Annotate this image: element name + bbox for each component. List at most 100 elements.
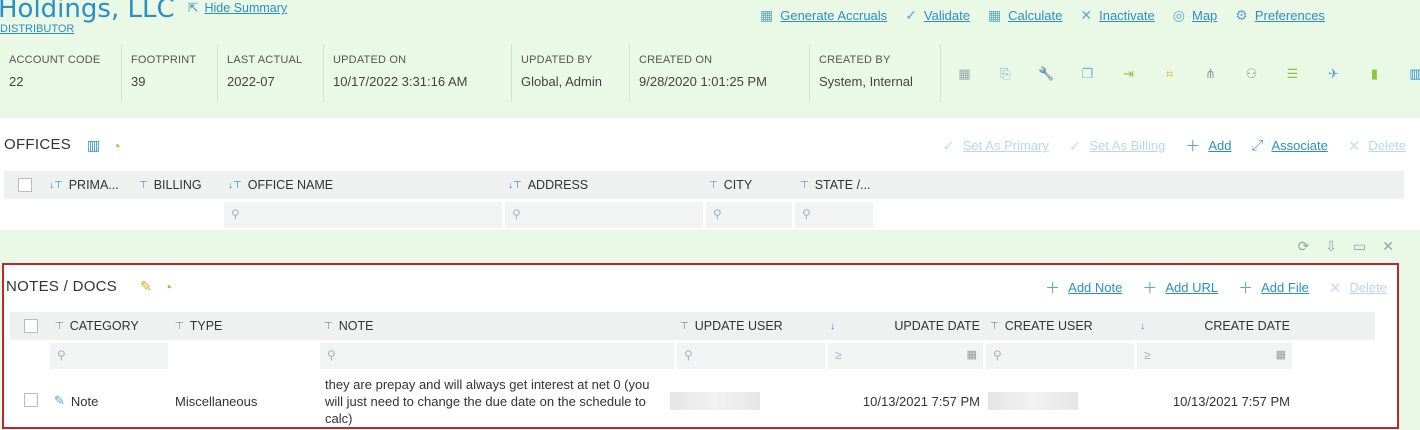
col-update-user[interactable]: ⊤ UPDATE USER xyxy=(680,319,783,333)
notes-tools: ✎ ◔ xyxy=(140,278,172,295)
update-user-cell xyxy=(670,375,760,427)
summary-last-actual: LAST ACTUAL 2022-07 xyxy=(218,44,324,102)
bar-chart-icon[interactable]: ▥ xyxy=(1395,66,1420,82)
notes-actions: ＋ Add Note ＋ Add URL ＋ Add File ✕ Delete xyxy=(1045,277,1387,298)
header-actions: ▦ Generate Accruals ✓ Validate ▦ Calculate … xyxy=(760,7,1325,24)
update-date-filter[interactable]: ≥ ▦ xyxy=(828,343,983,369)
plus-icon: ＋ xyxy=(1142,280,1158,297)
select-all-checkbox[interactable] xyxy=(24,319,38,333)
refresh-icon[interactable]: ⟳ xyxy=(1298,238,1310,255)
city-filter[interactable]: ⚲ xyxy=(706,202,792,228)
address-filter[interactable]: ⚲ xyxy=(505,202,703,228)
col-create-date[interactable]: ↓ CREATE DATE xyxy=(1140,319,1290,333)
row-checkbox[interactable] xyxy=(24,393,38,407)
export-icon[interactable]: ⇥ xyxy=(1108,66,1149,82)
col-update-date[interactable]: ↓ UPDATE DATE xyxy=(830,319,980,333)
col-state[interactable]: ⊤ STATE /... xyxy=(800,178,871,192)
columns-icon[interactable]: ▥ xyxy=(87,137,100,154)
pencil-icon[interactable]: ✎ xyxy=(140,278,152,295)
calculator-icon: ▦ xyxy=(760,7,774,23)
set-as-billing-button[interactable]: ✓ Set As Billing xyxy=(1069,137,1165,155)
col-create-user[interactable]: ⊤ CREATE USER xyxy=(990,319,1093,333)
wrench-icon[interactable]: 🔧 xyxy=(1026,66,1067,82)
preferences-button[interactable]: ⚙ Preferences xyxy=(1235,7,1325,24)
col-category[interactable]: ⊤ CATEGORY xyxy=(55,319,139,333)
maximize-icon[interactable]: ▭ xyxy=(1353,238,1366,255)
book-icon[interactable]: ▮ xyxy=(1354,66,1395,82)
filter-icon: ⊤ xyxy=(55,320,64,332)
calendar-icon[interactable]: ▦ xyxy=(967,348,977,361)
x-icon: ✕ xyxy=(1328,279,1342,297)
col-billing[interactable]: ⊤ BILLING xyxy=(139,178,202,192)
category-filter[interactable]: ⚲ xyxy=(50,343,168,369)
update-user-filter[interactable]: ⚲ xyxy=(677,343,825,369)
plane-icon[interactable]: ✈ xyxy=(1313,66,1354,82)
dashboard-icon[interactable]: ◔ xyxy=(112,138,120,154)
filter-icon: ⊤ xyxy=(175,320,184,332)
offices-title: OFFICES xyxy=(4,136,72,153)
notes-docs-panel: NOTES / DOCS ✎ ◔ ＋ Add Note ＋ Add URL ＋ Add… xyxy=(2,263,1399,429)
validate-button[interactable]: ✓ Validate xyxy=(905,7,970,24)
summary-footprint: FOOTPRINT 39 xyxy=(122,44,218,102)
users-icon[interactable]: ⚇ xyxy=(1231,66,1272,82)
add-file-button[interactable]: ＋ Add File xyxy=(1238,277,1309,298)
offices-tools: ▥ ◔ xyxy=(87,137,121,154)
sort-down-icon: ↓ xyxy=(1140,320,1145,332)
hierarchy-icon[interactable]: ⌗ xyxy=(1149,66,1190,82)
search-icon: ⚲ xyxy=(512,207,521,221)
map-button[interactable]: ◎ Map xyxy=(1173,7,1218,24)
dashboard-icon[interactable]: ◔ xyxy=(164,279,172,295)
select-all-checkbox[interactable] xyxy=(18,178,32,192)
panel-window-controls: ⟳ ⇩ ▭ ✕ xyxy=(1298,238,1394,255)
office-name-filter[interactable]: ⚲ xyxy=(224,202,502,228)
note-icon: ✎ xyxy=(54,393,65,408)
add-office-button[interactable]: ＋ Add xyxy=(1185,135,1231,156)
list-icon[interactable]: ☰ xyxy=(1272,66,1313,82)
associate-button[interactable]: ⤢ Associate xyxy=(1251,137,1327,154)
table-row[interactable]: ✎ Note Miscellaneous they are prepay and … xyxy=(10,375,1375,427)
download-icon[interactable]: ⇩ xyxy=(1325,238,1337,255)
state-filter[interactable]: ⚲ xyxy=(795,202,873,228)
create-date-filter[interactable]: ≥ ▦ xyxy=(1137,343,1292,369)
delete-office-button[interactable]: ✕ Delete xyxy=(1348,137,1406,155)
create-user-filter[interactable]: ⚲ xyxy=(986,343,1134,369)
set-as-primary-button[interactable]: ✓ Set As Primary xyxy=(942,137,1049,155)
col-address[interactable]: ↓⊤ ADDRESS xyxy=(508,178,588,192)
search-icon: ⚲ xyxy=(802,207,811,221)
hide-summary-label: Hide Summary xyxy=(204,1,288,15)
sort-filter-icon: ↓⊤ xyxy=(49,179,63,191)
note-filter[interactable]: ⚲ xyxy=(320,343,674,369)
col-note[interactable]: ⊤ NOTE xyxy=(324,319,373,333)
greater-equal-icon: ≥ xyxy=(1144,348,1151,362)
summary-account-code: ACCOUNT CODE 22 xyxy=(0,44,122,102)
gear-icon: ⚙ xyxy=(1235,7,1248,23)
category-cell: ✎ Note xyxy=(54,393,99,409)
org-chart-icon[interactable]: ⋔ xyxy=(1190,66,1231,82)
calendar-icon[interactable]: ▦ xyxy=(1276,348,1286,361)
check-icon: ✓ xyxy=(942,137,955,155)
inactivate-button[interactable]: ✕ Inactivate xyxy=(1080,7,1154,24)
filter-icon: ⊤ xyxy=(324,320,333,332)
edit-document-icon[interactable]: ⎘ xyxy=(985,66,1026,82)
search-icon: ⚲ xyxy=(57,348,66,362)
add-url-button[interactable]: ＋ Add URL xyxy=(1142,277,1218,298)
add-note-button[interactable]: ＋ Add Note xyxy=(1045,277,1122,298)
update-date-cell: 10/13/2021 7:57 PM xyxy=(862,393,980,409)
copy-icon[interactable]: ❐ xyxy=(1067,66,1108,82)
calendar-icon[interactable]: ▦ xyxy=(944,66,985,82)
type-cell: Miscellaneous xyxy=(175,393,258,409)
x-icon: ✕ xyxy=(1347,137,1361,155)
account-type-link[interactable]: DISTRIBUTOR xyxy=(0,23,74,35)
offices-filter-row: ⚲ ⚲ ⚲ ⚲ xyxy=(4,202,1404,228)
col-city[interactable]: ⊤ CITY xyxy=(709,178,752,192)
close-icon[interactable]: ✕ xyxy=(1382,238,1394,255)
col-primary[interactable]: ↓⊤ PRIMA... xyxy=(49,178,119,192)
calculate-button[interactable]: ▦ Calculate xyxy=(988,7,1062,24)
col-office-name[interactable]: ↓⊤ OFFICE NAME xyxy=(228,178,333,192)
row-checkbox-cell xyxy=(10,375,40,427)
delete-note-button[interactable]: ✕ Delete xyxy=(1329,279,1387,297)
generate-accruals-button[interactable]: ▦ Generate Accruals xyxy=(760,7,887,24)
hide-summary-toggle[interactable]: ⇱ Hide Summary xyxy=(188,0,287,15)
offices-actions: ✓ Set As Primary ✓ Set As Billing ＋ Add ⤢ As… xyxy=(942,135,1406,156)
col-type[interactable]: ⊤ TYPE xyxy=(175,319,222,333)
